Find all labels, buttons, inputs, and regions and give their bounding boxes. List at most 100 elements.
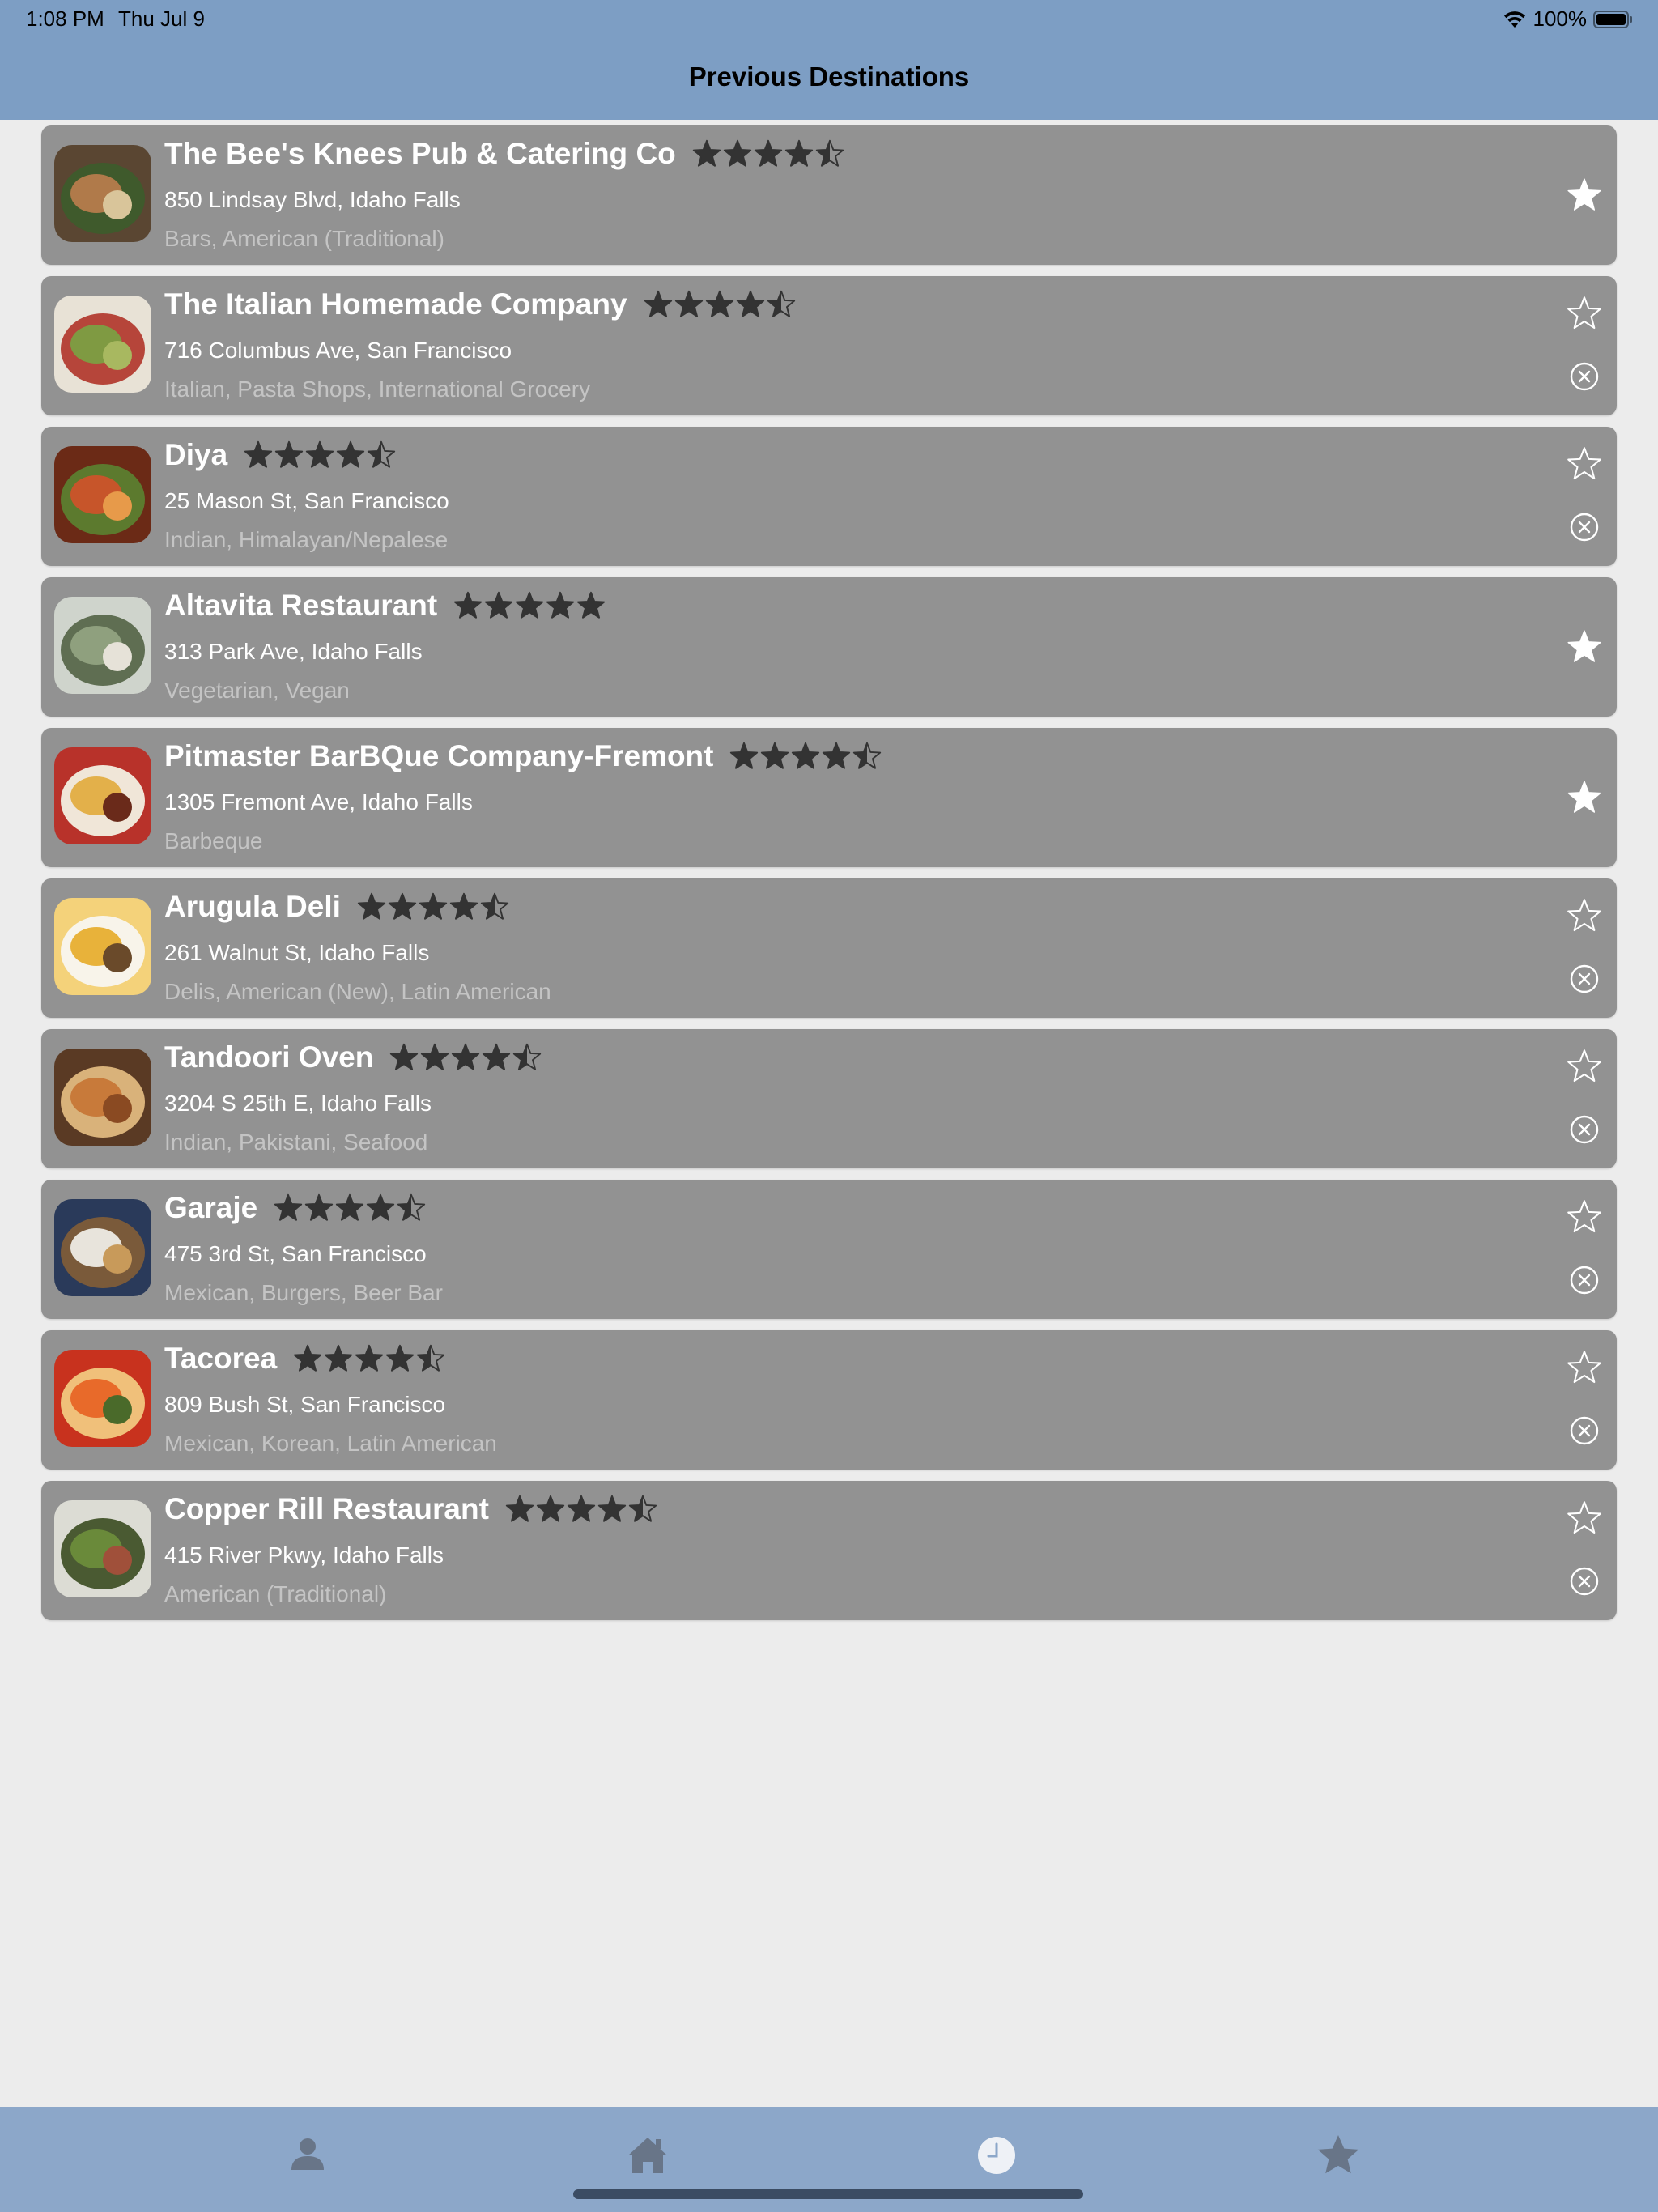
half-star-icon (512, 1043, 542, 1072)
restaurant-categories: Barbeque (164, 828, 263, 853)
tab-home[interactable] (623, 2131, 672, 2180)
favorite-star-filled-icon[interactable] (1567, 780, 1602, 815)
star-rating (357, 892, 509, 921)
star-filled-icon (389, 1043, 419, 1072)
restaurant-categories: Italian, Pasta Shops, International Groc… (164, 376, 591, 402)
restaurant-address: 313 Park Ave, Idaho Falls (164, 639, 423, 664)
star-filled-icon (791, 742, 820, 771)
favorite-star-outline-icon[interactable] (1567, 296, 1602, 331)
remove-circle-x-icon[interactable] (1568, 1113, 1601, 1146)
favorite-star-outline-icon[interactable] (1567, 1500, 1602, 1536)
wifi-icon (1503, 10, 1527, 29)
status-bar: 1:08 PM Thu Jul 9 100% (0, 0, 1658, 37)
title-row: Altavita Restaurant (164, 589, 606, 623)
remove-circle-x-icon[interactable] (1568, 1565, 1601, 1597)
star-filled-icon (784, 139, 814, 168)
star-rating (729, 742, 882, 771)
restaurant-name: The Bee's Knees Pub & Catering Co (164, 137, 676, 170)
restaurant-address: 809 Bush St, San Francisco (164, 1392, 446, 1417)
star-filled-icon (536, 1495, 565, 1524)
star-filled-icon (366, 1193, 395, 1223)
half-star-icon (480, 892, 509, 921)
remove-circle-x-icon[interactable] (1568, 1264, 1601, 1296)
star-filled-icon (760, 742, 789, 771)
destination-card[interactable]: Tacorea 809 Bush St, San Francisco Mexican… (41, 1330, 1617, 1470)
destination-card[interactable]: Arugula Deli 261 Walnut St, Idaho Falls De… (41, 878, 1617, 1018)
restaurant-thumbnail (54, 446, 151, 543)
star-filled-icon (388, 892, 417, 921)
destination-card[interactable]: The Italian Homemade Company 716 Columbus… (41, 276, 1617, 415)
star-filled-icon (420, 1043, 449, 1072)
person-icon (283, 2131, 332, 2180)
tab-profile[interactable] (283, 2131, 332, 2180)
restaurant-categories: Indian, Pakistani, Seafood (164, 1129, 428, 1155)
destination-card[interactable]: Altavita Restaurant 313 Park Ave, Idaho F… (41, 577, 1617, 717)
remove-circle-x-icon[interactable] (1568, 963, 1601, 995)
restaurant-thumbnail (54, 296, 151, 393)
destination-card[interactable]: Tandoori Oven 3204 S 25th E, Idaho Falls I… (41, 1029, 1617, 1168)
star-filled-icon (515, 591, 544, 620)
destination-card[interactable]: Copper Rill Restaurant 415 River Pkwy, Id… (41, 1481, 1617, 1620)
restaurant-categories: Delis, American (New), Latin American (164, 979, 551, 1004)
restaurant-address: 415 River Pkwy, Idaho Falls (164, 1542, 444, 1568)
favorite-star-outline-icon[interactable] (1567, 446, 1602, 482)
favorite-star-outline-icon[interactable] (1567, 1350, 1602, 1385)
remove-circle-x-icon[interactable] (1568, 360, 1601, 393)
half-star-icon (416, 1344, 445, 1373)
battery-percent: 100% (1533, 6, 1588, 31)
title-row: The Italian Homemade Company (164, 287, 796, 321)
star-filled-icon (674, 290, 704, 319)
remove-circle-x-icon[interactable] (1568, 1414, 1601, 1447)
star-rating (293, 1344, 445, 1373)
restaurant-name: Copper Rill Restaurant (164, 1492, 489, 1525)
tab-favorites[interactable] (1314, 2131, 1363, 2180)
half-star-icon (815, 139, 844, 168)
status-right: 100% (1503, 6, 1635, 32)
favorite-star-filled-icon[interactable] (1567, 629, 1602, 665)
restaurant-thumbnail (54, 747, 151, 844)
star-icon (1314, 2131, 1363, 2180)
star-rating (453, 591, 606, 620)
restaurant-categories: Vegetarian, Vegan (164, 678, 350, 703)
destination-card[interactable]: Garaje 475 3rd St, San Francisco Mexican, … (41, 1180, 1617, 1319)
navigation-bar: Previous Destinations (0, 37, 1658, 120)
restaurant-address: 850 Lindsay Blvd, Idaho Falls (164, 187, 461, 212)
half-star-icon (767, 290, 796, 319)
star-filled-icon (274, 1193, 303, 1223)
restaurant-categories: American (Traditional) (164, 1581, 387, 1606)
status-date: Thu Jul 9 (118, 6, 205, 31)
restaurant-name: Altavita Restaurant (164, 589, 438, 622)
favorite-star-filled-icon[interactable] (1567, 177, 1602, 213)
destination-card[interactable]: The Bee's Knees Pub & Catering Co 850 Lin… (41, 125, 1617, 265)
title-row: Diya (164, 438, 396, 472)
star-rating (692, 139, 844, 168)
restaurant-thumbnail (54, 145, 151, 242)
tab-history[interactable] (972, 2131, 1021, 2180)
destination-card[interactable]: Pitmaster BarBQue Company-Fremont 1305 Fr… (41, 728, 1617, 867)
restaurant-name: The Italian Homemade Company (164, 287, 627, 321)
restaurant-address: 261 Walnut St, Idaho Falls (164, 940, 430, 965)
star-filled-icon (705, 290, 734, 319)
star-rating (505, 1495, 657, 1524)
star-filled-icon (451, 1043, 480, 1072)
star-filled-icon (293, 1344, 322, 1373)
favorite-star-outline-icon[interactable] (1567, 1199, 1602, 1235)
half-star-icon (397, 1193, 426, 1223)
destinations-list: The Bee's Knees Pub & Catering Co 850 Lin… (41, 125, 1617, 1631)
star-filled-icon (449, 892, 478, 921)
star-filled-icon (644, 290, 673, 319)
star-filled-icon (729, 742, 759, 771)
clock-icon (972, 2131, 1021, 2180)
home-indicator (573, 2189, 1083, 2199)
destination-card[interactable]: Diya 25 Mason St, San Francisco Indian, Hi… (41, 427, 1617, 566)
restaurant-address: 475 3rd St, San Francisco (164, 1241, 427, 1266)
star-filled-icon (567, 1495, 596, 1524)
favorite-star-outline-icon[interactable] (1567, 898, 1602, 934)
favorite-star-outline-icon[interactable] (1567, 1049, 1602, 1084)
remove-circle-x-icon[interactable] (1568, 511, 1601, 543)
star-filled-icon (324, 1344, 353, 1373)
restaurant-address: 1305 Fremont Ave, Idaho Falls (164, 789, 473, 815)
star-rating (389, 1043, 542, 1072)
title-row: Copper Rill Restaurant (164, 1492, 657, 1526)
restaurant-name: Tacorea (164, 1342, 278, 1375)
